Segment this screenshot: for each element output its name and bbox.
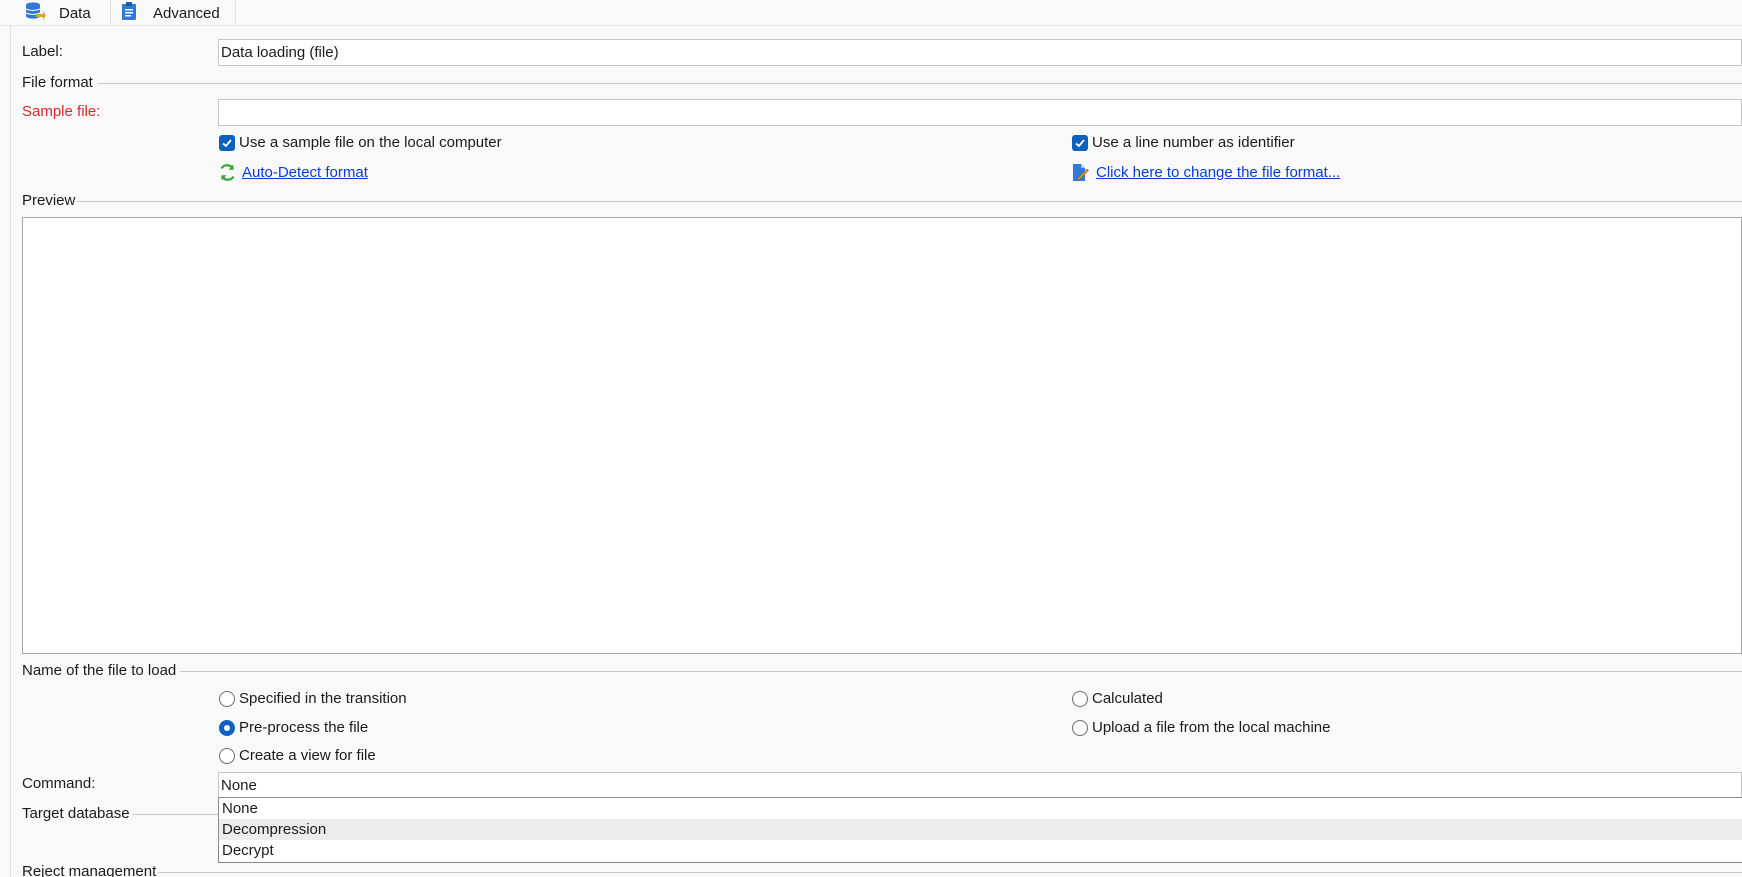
edit-file-icon: [1072, 163, 1089, 182]
target-database-title: Target database: [22, 805, 132, 822]
radio-pre-process-label: Pre-process the file: [239, 719, 369, 736]
target-database-section: Target database: [22, 805, 218, 823]
radio-button-icon: [219, 690, 235, 707]
tab-data-label: Data: [59, 4, 91, 22]
radio-create-view[interactable]: Create a view for file: [219, 747, 376, 764]
radio-button-icon: [1072, 719, 1088, 736]
tab-bar: Data Advanced: [0, 0, 1742, 26]
checkmark-icon: [219, 134, 235, 151]
tab-data[interactable]: Data: [24, 0, 105, 26]
radio-pre-process[interactable]: Pre-process the file: [219, 719, 368, 736]
tab-advanced[interactable]: Advanced: [110, 0, 236, 26]
tab-advanced-label: Advanced: [153, 4, 220, 22]
checkmark-icon: [1072, 134, 1088, 151]
radio-calculated-label: Calculated: [1092, 690, 1163, 707]
preview-area[interactable]: [22, 217, 1742, 654]
command-combobox[interactable]: [218, 772, 1742, 798]
radio-button-selected-icon: [219, 719, 235, 736]
file-to-load-title: Name of the file to load: [22, 662, 179, 679]
line-number-id-label: Use a line number as identifier: [1092, 134, 1295, 151]
auto-detect-link[interactable]: Auto-Detect format: [218, 163, 368, 182]
command-dropdown-list: None Decompression Decrypt: [218, 797, 1742, 863]
preview-section: Preview: [22, 192, 1742, 210]
data-loading-window: Data Advanced Label: File format Sample …: [0, 0, 1742, 877]
sample-file-input[interactable]: [218, 99, 1742, 126]
preview-title: Preview: [22, 192, 78, 209]
sample-file-caption: Sample file:: [22, 103, 101, 120]
line-number-id-checkbox[interactable]: Use a line number as identifier: [1072, 134, 1295, 151]
radio-create-view-label: Create a view for file: [239, 747, 376, 764]
refresh-icon: [218, 163, 237, 182]
radio-upload-label: Upload a file from the local machine: [1092, 719, 1331, 736]
auto-detect-label: Auto-Detect format: [242, 164, 368, 181]
change-format-link[interactable]: Click here to change the file format...: [1072, 163, 1340, 182]
dropdown-option-decrypt[interactable]: Decrypt: [219, 840, 1742, 861]
dropdown-option-none[interactable]: None: [219, 798, 1742, 819]
file-format-section: File format: [22, 74, 1742, 92]
command-caption: Command:: [22, 775, 96, 792]
label-input[interactable]: [218, 39, 1742, 66]
label-caption: Label:: [22, 43, 63, 60]
database-icon: [24, 1, 46, 25]
use-sample-local-checkbox[interactable]: Use a sample file on the local computer: [219, 134, 502, 151]
dropdown-option-decompression[interactable]: Decompression: [219, 819, 1742, 840]
radio-button-icon: [1072, 690, 1088, 707]
reject-management-title: Reject management: [22, 863, 159, 877]
change-format-label: Click here to change the file format...: [1096, 164, 1341, 181]
radio-button-icon: [219, 747, 235, 764]
clipboard-icon: [121, 1, 137, 25]
radio-specified-in-transition[interactable]: Specified in the transition: [219, 690, 407, 707]
radio-calculated[interactable]: Calculated: [1072, 690, 1163, 707]
file-format-title: File format: [22, 74, 95, 91]
use-sample-local-label: Use a sample file on the local computer: [239, 134, 502, 151]
file-to-load-section: Name of the file to load: [22, 662, 1742, 680]
radio-upload-local[interactable]: Upload a file from the local machine: [1072, 719, 1330, 736]
reject-management-section: Reject management: [22, 863, 1742, 877]
panel-border: [10, 26, 11, 877]
radio-specified-label: Specified in the transition: [239, 690, 407, 707]
